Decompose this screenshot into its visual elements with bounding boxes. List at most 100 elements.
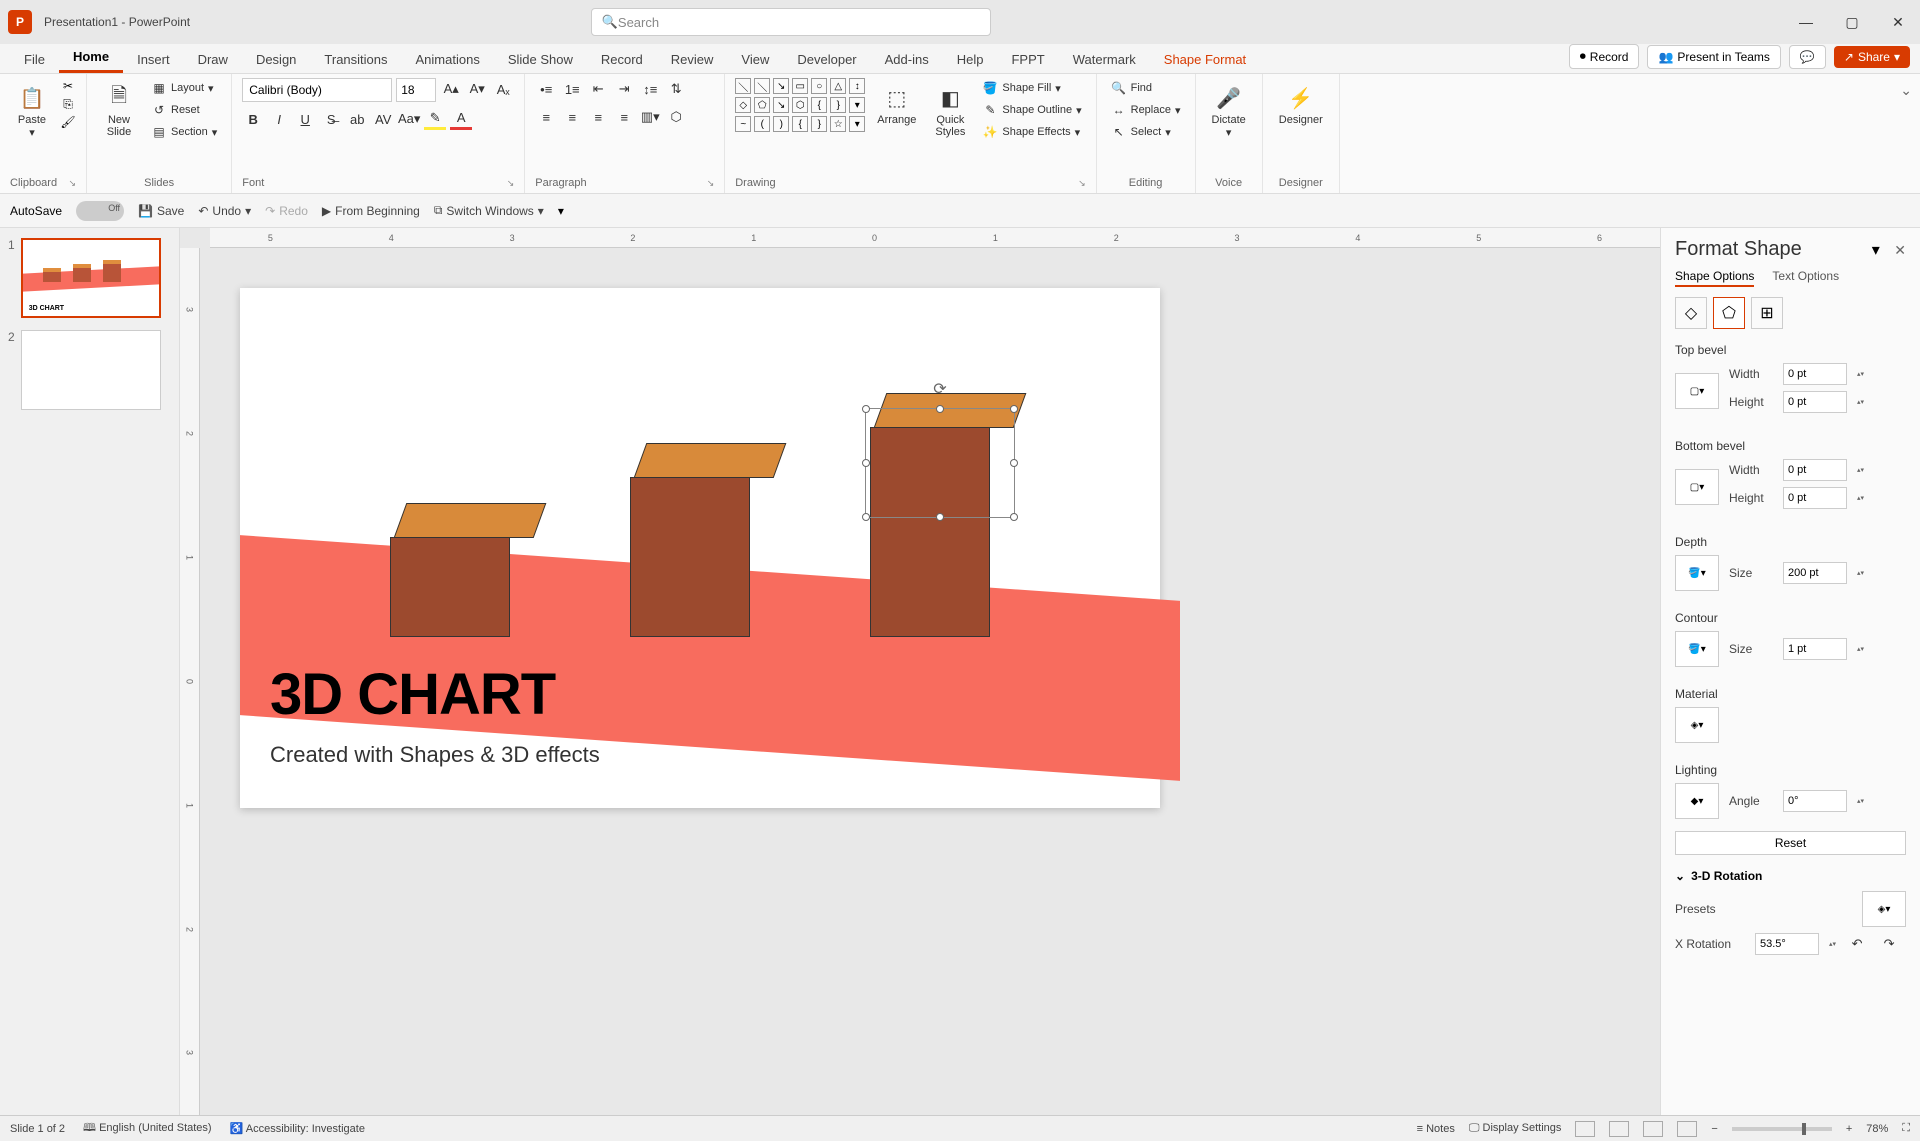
top-bevel-picker[interactable]: ▢▾ (1675, 373, 1719, 409)
copy-button[interactable]: ⎘ (60, 96, 76, 112)
switch-windows-button[interactable]: ⧉Switch Windows ▾ (434, 203, 544, 218)
spinner[interactable]: ▴▾ (1857, 370, 1864, 378)
bottom-bevel-height-input[interactable] (1783, 487, 1847, 509)
slide-subtitle[interactable]: Created with Shapes & 3D effects (270, 742, 600, 768)
lighting-angle-input[interactable] (1783, 790, 1847, 812)
font-name-input[interactable] (242, 78, 392, 102)
resize-handle-tl[interactable] (862, 405, 870, 413)
dictate-button[interactable]: 🎤Dictate▾ (1206, 78, 1252, 143)
search-box[interactable]: 🔍 Search (591, 8, 991, 36)
top-bevel-height-input[interactable] (1783, 391, 1847, 413)
tab-insert[interactable]: Insert (123, 46, 184, 73)
autosave-toggle[interactable] (76, 201, 124, 221)
align-right-button[interactable]: ≡ (587, 106, 609, 128)
minimize-button[interactable]: — (1792, 14, 1820, 31)
clear-formatting-button[interactable]: Aₓ (492, 78, 514, 100)
reset-3d-button[interactable]: Reset (1675, 831, 1906, 855)
spinner[interactable]: ▴▾ (1857, 645, 1864, 653)
replace-button[interactable]: ↔Replace ▾ (1107, 100, 1185, 120)
pane-dropdown-button[interactable]: ▾ (1872, 242, 1880, 259)
tab-developer[interactable]: Developer (783, 46, 870, 73)
text-direction-button[interactable]: ⇅ (665, 78, 687, 100)
rotate-left-button[interactable]: ↶ (1846, 933, 1868, 955)
clipboard-dialog-launcher[interactable]: ↘ (68, 178, 76, 189)
chart-bar-1[interactable] (390, 503, 540, 637)
depth-color-picker[interactable]: 🪣▾ (1675, 555, 1719, 591)
spinner[interactable]: ▴▾ (1829, 940, 1836, 948)
tab-draw[interactable]: Draw (184, 46, 242, 73)
reset-button[interactable]: ↺Reset (147, 100, 221, 120)
smartart-button[interactable]: ⬡ (665, 106, 687, 128)
top-bevel-width-input[interactable] (1783, 363, 1847, 385)
decrease-font-button[interactable]: A▾ (466, 78, 488, 100)
resize-handle-br[interactable] (1010, 513, 1018, 521)
section-button[interactable]: ▤Section ▾ (147, 122, 221, 142)
collapse-ribbon-button[interactable]: ⌄ (1900, 82, 1912, 98)
resize-handle-bl[interactable] (862, 513, 870, 521)
numbering-button[interactable]: 1≡ (561, 78, 583, 100)
display-settings-button[interactable]: 🖵 Display Settings (1469, 1122, 1562, 1135)
slide[interactable]: ⟳ 3D CHART Created with Shapes & 3D effe… (240, 288, 1160, 808)
align-left-button[interactable]: ≡ (535, 106, 557, 128)
shape-fill-button[interactable]: 🪣Shape Fill ▾ (978, 78, 1085, 98)
font-color-button[interactable]: A (450, 108, 472, 130)
undo-button[interactable]: ↶Undo ▾ (198, 204, 251, 218)
notes-button[interactable]: ≡ Notes (1417, 1123, 1455, 1135)
zoom-in-button[interactable]: + (1846, 1123, 1852, 1135)
x-rotation-input[interactable] (1755, 933, 1819, 955)
tab-fppt[interactable]: FPPT (997, 46, 1058, 73)
spinner[interactable]: ▴▾ (1857, 569, 1864, 577)
decrease-indent-button[interactable]: ⇤ (587, 78, 609, 100)
columns-button[interactable]: ▥▾ (639, 106, 661, 128)
tab-record[interactable]: Record (587, 46, 657, 73)
resize-handle-ml[interactable] (862, 459, 870, 467)
spinner[interactable]: ▴▾ (1857, 797, 1864, 805)
format-painter-button[interactable]: 🖌 (60, 114, 76, 130)
resize-handle-tm[interactable] (936, 405, 944, 413)
spinner[interactable]: ▴▾ (1857, 466, 1864, 474)
designer-button[interactable]: ⚡Designer (1273, 78, 1329, 130)
strikethrough-button[interactable]: S̶ (320, 108, 342, 130)
increase-font-button[interactable]: A▴ (440, 78, 462, 100)
highlight-button[interactable]: ✎ (424, 108, 446, 130)
rotation-presets-picker[interactable]: ◈▾ (1862, 891, 1906, 927)
thumbnail-slide-2[interactable] (21, 330, 161, 410)
tab-addins[interactable]: Add-ins (871, 46, 943, 73)
bold-button[interactable]: B (242, 108, 264, 130)
rotate-right-button[interactable]: ↷ (1878, 933, 1900, 955)
tab-view[interactable]: View (727, 46, 783, 73)
material-picker[interactable]: ◈▾ (1675, 707, 1719, 743)
fill-line-tab-icon[interactable]: ◇ (1675, 297, 1707, 329)
shape-outline-button[interactable]: ✎Shape Outline ▾ (978, 100, 1085, 120)
change-case-button[interactable]: Aa▾ (398, 108, 420, 130)
normal-view-button[interactable] (1575, 1121, 1595, 1137)
slideshow-view-button[interactable] (1677, 1121, 1697, 1137)
selection-outline[interactable]: ⟳ (865, 408, 1015, 518)
paste-button[interactable]: 📋 Paste ▾ (10, 78, 54, 143)
align-center-button[interactable]: ≡ (561, 106, 583, 128)
drawing-dialog-launcher[interactable]: ↘ (1078, 178, 1086, 189)
vertical-scrollbar[interactable] (1640, 248, 1656, 1115)
paragraph-dialog-launcher[interactable]: ↘ (707, 178, 715, 189)
spinner[interactable]: ▴▾ (1857, 398, 1864, 406)
tab-review[interactable]: Review (657, 46, 728, 73)
thumbnail-slide-1[interactable]: 3D CHART (21, 238, 161, 318)
cut-button[interactable]: ✂ (60, 78, 76, 94)
fit-to-window-button[interactable]: ⛶ (1902, 1122, 1910, 1135)
tab-slideshow[interactable]: Slide Show (494, 46, 587, 73)
font-size-input[interactable] (396, 78, 436, 102)
new-slide-button[interactable]: 🗎 New Slide (97, 78, 141, 142)
pane-close-button[interactable]: ✕ (1894, 242, 1906, 258)
tab-animations[interactable]: Animations (402, 46, 494, 73)
tab-shape-options[interactable]: Shape Options (1675, 269, 1754, 287)
spinner[interactable]: ▴▾ (1857, 494, 1864, 502)
language-status[interactable]: 🕮 English (United States) (83, 1119, 212, 1138)
chart-bar-2[interactable] (630, 443, 780, 637)
character-spacing-button[interactable]: AV (372, 108, 394, 130)
justify-button[interactable]: ≡ (613, 106, 635, 128)
shadow-button[interactable]: ab (346, 108, 368, 130)
tab-file[interactable]: File (10, 46, 59, 73)
tab-text-options[interactable]: Text Options (1772, 269, 1839, 287)
accessibility-status[interactable]: ♿ Accessibility: Investigate (230, 1122, 365, 1135)
arrange-button[interactable]: ⬚Arrange (871, 78, 922, 130)
